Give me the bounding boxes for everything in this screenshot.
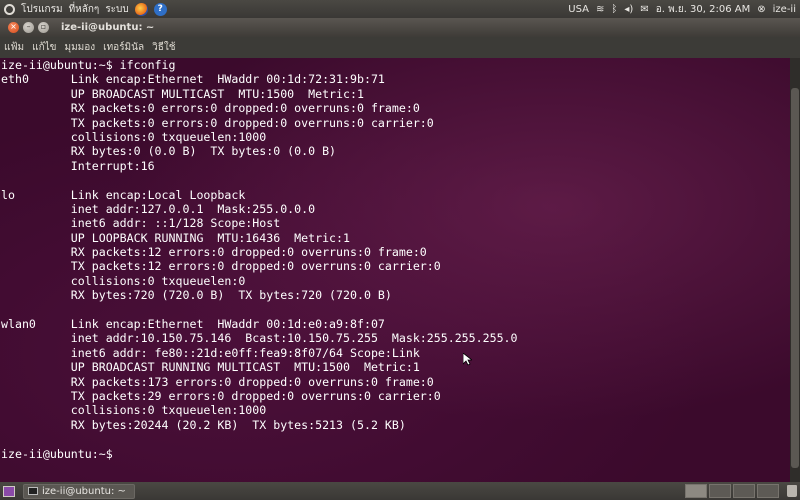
user-name[interactable]: ize-ii <box>773 4 796 15</box>
terminal-line: collisions:0 txqueuelen:1000 <box>1 129 267 144</box>
terminal-line: UP LOOPBACK RUNNING MTU:16436 Metric:1 <box>1 230 351 245</box>
terminal-menubar: แฟ้ม แก้ไข มุมมอง เทอร์มินัล วิธีใช้ <box>0 37 800 58</box>
show-desktop-icon[interactable] <box>3 485 15 497</box>
window-title: ize-ii@ubuntu: ~ <box>61 22 155 33</box>
terminal-line: ize-ii@ubuntu:~$ ifconfig <box>1 58 176 72</box>
terminal-line: eth0 Link encap:Ethernet HWaddr 00:1d:72… <box>1 72 385 87</box>
terminal-line: RX packets:0 errors:0 dropped:0 overruns… <box>1 101 420 116</box>
terminal-line: TX packets:12 errors:0 dropped:0 overrun… <box>1 259 441 274</box>
menu-terminal[interactable]: เทอร์มินัล <box>103 40 144 55</box>
top-panel-tray: USA ≋ ᛒ ◂) ✉ อ. พ.ย. 30, 2:06 AM ⊗ ize-i… <box>568 2 796 17</box>
menu-view[interactable]: มุมมอง <box>65 40 96 55</box>
minimize-window-button[interactable]: – <box>23 22 34 33</box>
menu-edit[interactable]: แก้ไข <box>32 40 56 55</box>
workspace-4[interactable] <box>757 484 779 498</box>
terminal-icon <box>28 487 38 495</box>
bluetooth-icon[interactable]: ᛒ <box>611 4 617 15</box>
trash-icon[interactable] <box>787 485 797 497</box>
mail-icon[interactable]: ✉ <box>640 4 648 15</box>
terminal-line: inet addr:127.0.0.1 Mask:255.0.0.0 <box>1 201 316 216</box>
ubuntu-logo-icon[interactable] <box>4 3 15 15</box>
terminal-line: collisions:0 txqueuelen:1000 <box>1 403 267 418</box>
firefox-icon[interactable] <box>134 2 148 16</box>
terminal-text: ize-ii@ubuntu:~$ ifconfig eth0 Link encap… <box>0 58 790 461</box>
terminal-line: collisions:0 txqueuelen:0 <box>1 273 246 288</box>
volume-icon[interactable]: ◂) <box>624 4 633 15</box>
wifi-icon[interactable]: ≋ <box>596 4 604 15</box>
terminal-line: TX packets:29 errors:0 dropped:0 overrun… <box>1 388 441 403</box>
terminal-line: RX bytes:0 (0.0 B) TX bytes:0 (0.0 B) <box>1 144 337 159</box>
workspace-switcher <box>685 484 797 498</box>
terminal-line: inet addr:10.150.75.146 Bcast:10.150.75.… <box>1 331 518 346</box>
terminal-line: RX packets:173 errors:0 dropped:0 overru… <box>1 374 434 389</box>
scrollbar-thumb[interactable] <box>791 88 799 468</box>
terminal-output[interactable]: ize-ii@ubuntu:~$ ifconfig eth0 Link encap… <box>0 58 790 482</box>
terminal-line: lo Link encap:Local Loopback <box>1 187 246 202</box>
terminal-prompt[interactable]: ize-ii@ubuntu:~$ <box>1 447 790 461</box>
terminal-line: RX bytes:720 (720.0 B) TX bytes:720 (720… <box>1 288 392 303</box>
menu-applications[interactable]: โปรแกรม <box>21 2 63 17</box>
mouse-pointer-icon <box>463 353 472 366</box>
terminal-scrollbar[interactable] <box>790 58 800 482</box>
help-icon[interactable]: ? <box>153 2 167 16</box>
taskbar-terminal-button[interactable]: ize-ii@ubuntu: ~ <box>23 483 135 499</box>
terminal-line: wlan0 Link encap:Ethernet HWaddr 00:1d:e… <box>1 317 385 332</box>
menu-help[interactable]: วิธีใช้ <box>152 40 175 55</box>
terminal-line: RX bytes:20244 (20.2 KB) TX bytes:5213 (… <box>1 417 406 432</box>
menu-file[interactable]: แฟ้ม <box>4 40 24 55</box>
maximize-window-button[interactable]: ▫ <box>38 22 49 33</box>
taskbar-terminal-label: ize-ii@ubuntu: ~ <box>42 485 126 497</box>
power-icon[interactable]: ⊗ <box>757 4 765 15</box>
keyboard-layout-indicator[interactable]: USA <box>568 4 589 15</box>
top-panel-left: โปรแกรม ที่หลักๆ ระบบ ? <box>4 2 167 17</box>
close-window-button[interactable]: × <box>8 22 19 33</box>
menu-system[interactable]: ระบบ <box>105 2 128 17</box>
menu-places[interactable]: ที่หลักๆ <box>69 2 100 17</box>
terminal-line: TX packets:0 errors:0 dropped:0 overruns… <box>1 115 434 130</box>
terminal-line: Interrupt:16 <box>1 158 155 173</box>
terminal-line: RX packets:12 errors:0 dropped:0 overrun… <box>1 245 427 260</box>
workspace-1[interactable] <box>685 484 707 498</box>
terminal-line: UP BROADCAST RUNNING MULTICAST MTU:1500 … <box>1 360 420 375</box>
workspace-2[interactable] <box>709 484 731 498</box>
bottom-panel: ize-ii@ubuntu: ~ <box>0 482 800 500</box>
top-panel: โปรแกรม ที่หลักๆ ระบบ ? USA ≋ ᛒ ◂) ✉ อ. … <box>0 0 800 18</box>
terminal-line: inet6 addr: ::1/128 Scope:Host <box>1 216 281 231</box>
clock[interactable]: อ. พ.ย. 30, 2:06 AM <box>656 2 751 17</box>
workspace-3[interactable] <box>733 484 755 498</box>
window-titlebar[interactable]: × – ▫ ize-ii@ubuntu: ~ <box>0 18 800 37</box>
terminal-line: inet6 addr: fe80::21d:e0ff:fea9:8f07/64 … <box>1 345 420 360</box>
terminal-line: UP BROADCAST MULTICAST MTU:1500 Metric:1 <box>1 86 364 101</box>
